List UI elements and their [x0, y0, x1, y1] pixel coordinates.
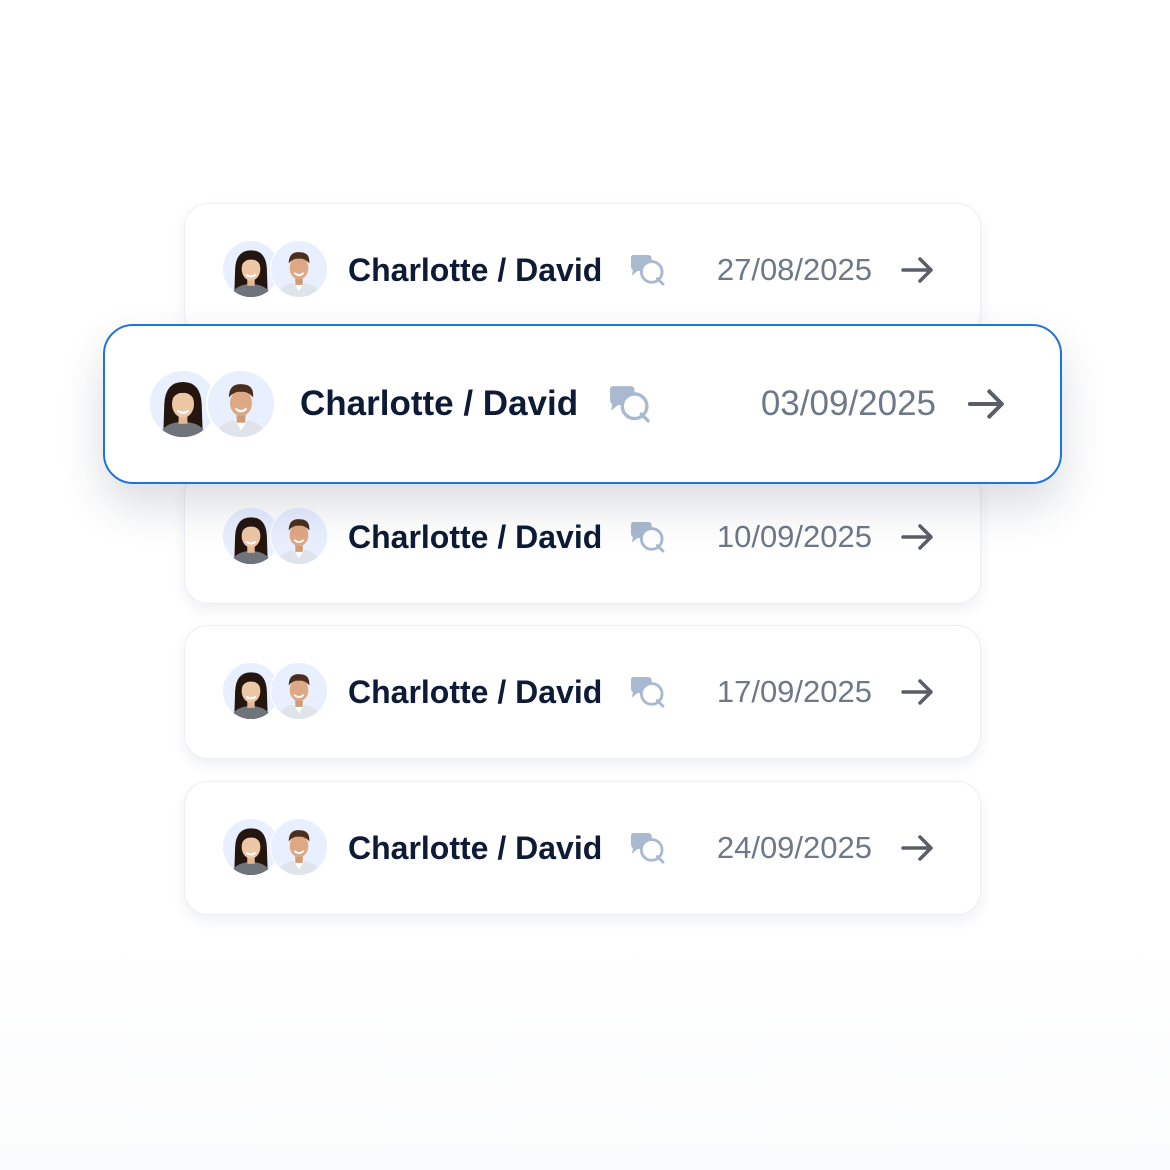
- arrow-right-icon[interactable]: [900, 256, 936, 284]
- avatar-david: [270, 240, 328, 298]
- participants-avatars: [222, 240, 328, 300]
- session-participants-label: Charlotte / David: [348, 251, 603, 288]
- session-date: 24/09/2025: [716, 830, 872, 865]
- chat-bubbles-icon: [610, 386, 650, 423]
- chat-bubbles-icon: [631, 832, 665, 864]
- avatar-david: [270, 507, 328, 565]
- session-date: 17/09/2025: [716, 674, 872, 709]
- arrow-right-icon[interactable]: [900, 678, 936, 706]
- session-card[interactable]: Charlotte / David 10/09/2025: [184, 470, 981, 604]
- session-date: 27/08/2025: [716, 252, 872, 287]
- arrow-right-icon[interactable]: [900, 523, 936, 551]
- avatar-david: [270, 818, 328, 876]
- session-date: 10/09/2025: [716, 519, 872, 554]
- session-card[interactable]: Charlotte / David 17/09/2025: [184, 625, 981, 759]
- arrow-right-icon[interactable]: [966, 388, 1008, 420]
- chat-bubbles-icon: [631, 254, 665, 286]
- session-participants-label: Charlotte / David: [300, 384, 579, 423]
- session-card-selected[interactable]: Charlotte / David 03/09/2025: [103, 324, 1062, 484]
- arrow-right-icon[interactable]: [900, 834, 936, 862]
- avatar-david: [270, 662, 328, 720]
- session-participants-label: Charlotte / David: [348, 673, 603, 710]
- chat-bubbles-icon: [631, 676, 665, 708]
- session-participants-label: Charlotte / David: [348, 518, 603, 555]
- participants-avatars: [148, 369, 278, 439]
- session-participants-label: Charlotte / David: [348, 829, 603, 866]
- session-card[interactable]: Charlotte / David 24/09/2025: [184, 781, 981, 915]
- session-date: 03/09/2025: [760, 384, 936, 423]
- participants-avatars: [222, 662, 328, 722]
- session-card[interactable]: Charlotte / David 27/08/2025: [184, 203, 981, 337]
- chat-bubbles-icon: [631, 521, 665, 553]
- participants-avatars: [222, 507, 328, 567]
- avatar-david: [206, 369, 276, 439]
- participants-avatars: [222, 818, 328, 878]
